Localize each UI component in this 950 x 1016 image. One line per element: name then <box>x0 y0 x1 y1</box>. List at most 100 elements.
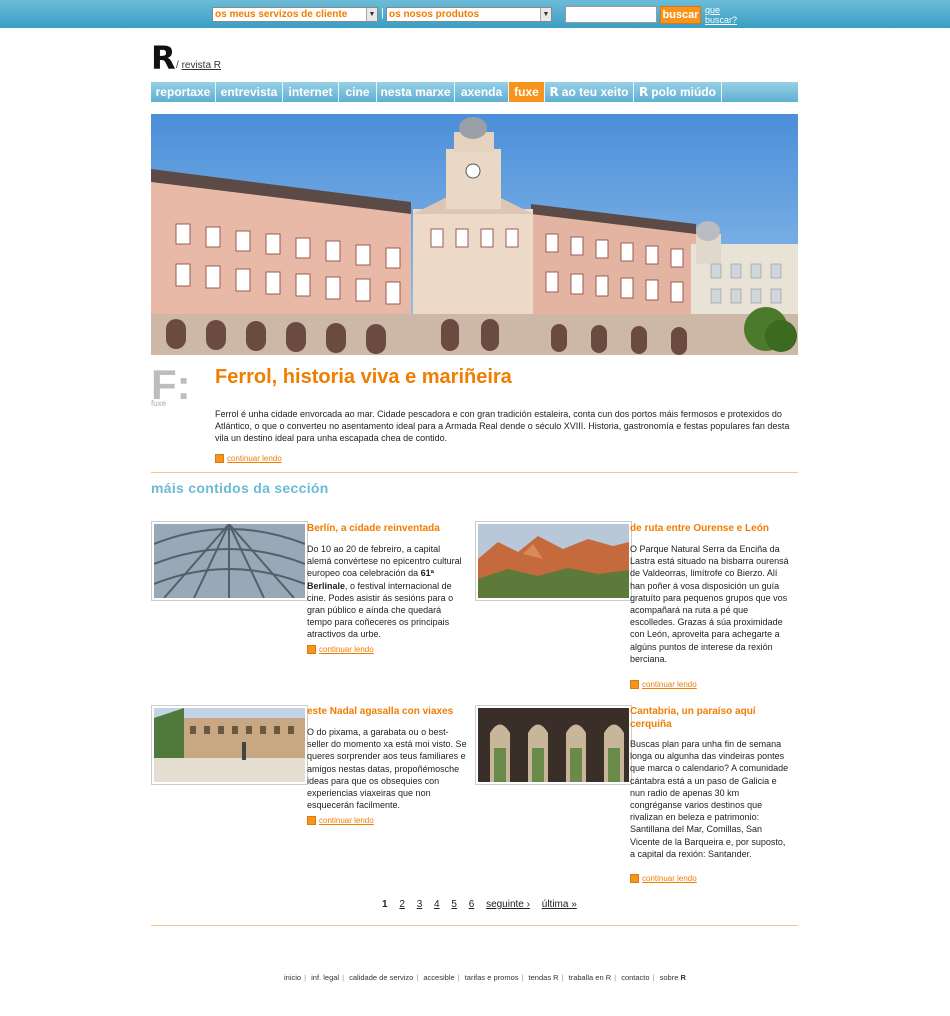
page-link[interactable]: 2 <box>399 899 405 910</box>
feature-description: Ferrol é unha cidade envorcada ao mar. C… <box>215 409 790 443</box>
search-input[interactable] <box>565 6 657 23</box>
continue-label: continuar lendo <box>319 645 374 654</box>
hero-image[interactable] <box>151 114 798 355</box>
dropdown-arrow-icon: ▼ <box>366 8 377 21</box>
card-title[interactable]: este Nadal agasalla con viaxes <box>307 705 467 718</box>
nav-item-ao-teu-xeito[interactable]: Rao teu xeito <box>545 82 634 102</box>
nav-label: axenda <box>460 85 503 99</box>
footer-link-about[interactable]: sobre R <box>660 973 686 982</box>
divider <box>151 925 798 926</box>
nav-label: ao teu xeito <box>561 85 629 99</box>
footer-separator: | <box>614 973 617 982</box>
card-thumbnail-berlin[interactable] <box>151 521 308 601</box>
card-text: Buscas plan para unha fin de semana long… <box>630 739 789 859</box>
nav-item-entrevista[interactable]: entrevista <box>216 82 283 102</box>
footer-about-label: sobre <box>659 973 679 982</box>
nav-item-cine[interactable]: cine <box>339 82 377 102</box>
page-link[interactable]: 5 <box>451 899 457 910</box>
bullet-icon <box>307 645 316 655</box>
page-link[interactable]: 3 <box>417 899 423 910</box>
footer-link-legal[interactable]: inf. legal <box>311 973 339 982</box>
nav-label: cine <box>345 85 370 99</box>
footer-separator: | <box>652 973 655 982</box>
nav-label: nesta marxe <box>380 85 451 99</box>
footer-separator: | <box>416 973 419 982</box>
page-link[interactable]: 4 <box>434 899 440 910</box>
nav-item-nesta-marxe[interactable]: nesta marxe <box>377 82 455 102</box>
card-title[interactable]: Cantabria, un paraíso aquí cerquiña <box>630 705 790 731</box>
what-to-search-line2: buscar? <box>705 15 738 25</box>
dropdown-arrow-icon: ▼ <box>540 8 551 21</box>
card-continue-link[interactable]: continuar lendo <box>307 816 374 826</box>
customer-services-select[interactable]: os meus servizos de cliente ▼ <box>212 7 378 22</box>
footer-separator: | <box>304 973 307 982</box>
card-continue-link[interactable]: continuar lendo <box>630 874 697 884</box>
nav-item-reportaxe[interactable]: reportaxe <box>151 82 216 102</box>
what-to-search-link[interactable]: que buscar? <box>705 5 745 25</box>
card-text: Do 10 ao 20 de febreiro, a capital alemá… <box>307 543 467 641</box>
footer-links: inicio | inf. legal | calidade de servizo |… <box>284 973 686 982</box>
footer-separator: | <box>521 973 524 982</box>
bullet-icon <box>215 454 224 464</box>
breadcrumb-separator: / <box>176 60 179 71</box>
continue-label: continuar lendo <box>319 816 374 825</box>
nav-label: entrevista <box>220 85 278 99</box>
section-heading: máis contidos da sección <box>151 480 329 496</box>
nav-item-fuxe[interactable]: fuxe <box>509 82 545 102</box>
nav-label: reportaxe <box>155 85 211 99</box>
page-link[interactable]: 6 <box>469 899 475 910</box>
what-to-search-line1: que <box>705 5 721 15</box>
card-text-part: Do 10 ao 20 de febreiro, a capital alemá… <box>307 544 462 579</box>
page-current: 1 <box>382 899 388 910</box>
card-continue-link[interactable]: continuar lendo <box>630 680 697 690</box>
products-select[interactable]: os nosos produtos ▼ <box>386 7 552 22</box>
card-title[interactable]: Berlín, a cidade reinventada <box>307 522 467 535</box>
card-thumbnail-nadal[interactable] <box>151 705 308 785</box>
nav-label: fuxe <box>514 85 539 99</box>
nav-item-polo-miudo[interactable]: Rpolo miúdo <box>634 82 722 102</box>
footer-link-stores[interactable]: tendas R <box>529 973 559 982</box>
nav-item-internet[interactable]: internet <box>283 82 339 102</box>
continue-label: continuar lendo <box>642 874 697 883</box>
continue-label: continuar lendo <box>642 680 697 689</box>
footer-link-jobs[interactable]: traballa en R <box>569 973 612 982</box>
r-mark-icon: R <box>639 85 649 99</box>
continue-label: continuar lendo <box>227 454 282 463</box>
products-select-value: os nosos produtos <box>389 9 479 20</box>
feature-title[interactable]: Ferrol, historia viva e mariñeira <box>215 366 512 389</box>
card-title[interactable]: de ruta entre Ourense e León <box>630 522 790 535</box>
customer-services-select-value: os meus servizos de cliente <box>215 9 348 20</box>
nav-label: polo miúdo <box>651 85 716 99</box>
nav-label: internet <box>288 85 333 99</box>
section-f-icon: F: fuxe <box>151 364 191 410</box>
footer-link-contact[interactable]: contacto <box>621 973 649 982</box>
last-page-link[interactable]: última » <box>542 899 577 910</box>
topbar-separator: | <box>381 7 384 19</box>
card-thumbnail-cantabria[interactable] <box>475 705 632 785</box>
section-label: fuxe <box>151 399 167 408</box>
footer-link-rates[interactable]: tarifas e promos <box>465 973 519 982</box>
footer-separator: | <box>457 973 460 982</box>
feature-continue-link[interactable]: continuar lendo <box>215 454 282 464</box>
footer-separator: | <box>561 973 564 982</box>
bullet-icon <box>630 874 639 884</box>
breadcrumb: / revista R <box>176 60 221 71</box>
nav-item-axenda[interactable]: axenda <box>455 82 509 102</box>
bullet-icon <box>307 816 316 826</box>
footer-link-service-quality[interactable]: calidade de servizo <box>349 973 413 982</box>
r-mark-icon: R <box>549 85 559 99</box>
footer-separator: | <box>342 973 345 982</box>
footer-link-inicio[interactable]: inicio <box>284 973 301 982</box>
divider <box>151 472 798 473</box>
breadcrumb-revista-link[interactable]: revista R <box>182 60 221 71</box>
r-mark-icon: R <box>680 973 686 982</box>
pagination: 1 2 3 4 5 6 seguinte › última » <box>382 899 586 910</box>
card-text: O Parque Natural Serra da Enciña da Last… <box>630 544 789 664</box>
next-page-link[interactable]: seguinte › <box>486 899 530 910</box>
search-button[interactable]: buscar <box>660 6 701 24</box>
section-nav: reportaxe entrevista internet cine nesta… <box>151 82 798 102</box>
card-thumbnail-ourense-leon[interactable] <box>475 521 632 601</box>
card-continue-link[interactable]: continuar lendo <box>307 645 374 655</box>
r-logo[interactable]: R <box>151 42 176 74</box>
footer-link-accessible[interactable]: accesible <box>423 973 454 982</box>
